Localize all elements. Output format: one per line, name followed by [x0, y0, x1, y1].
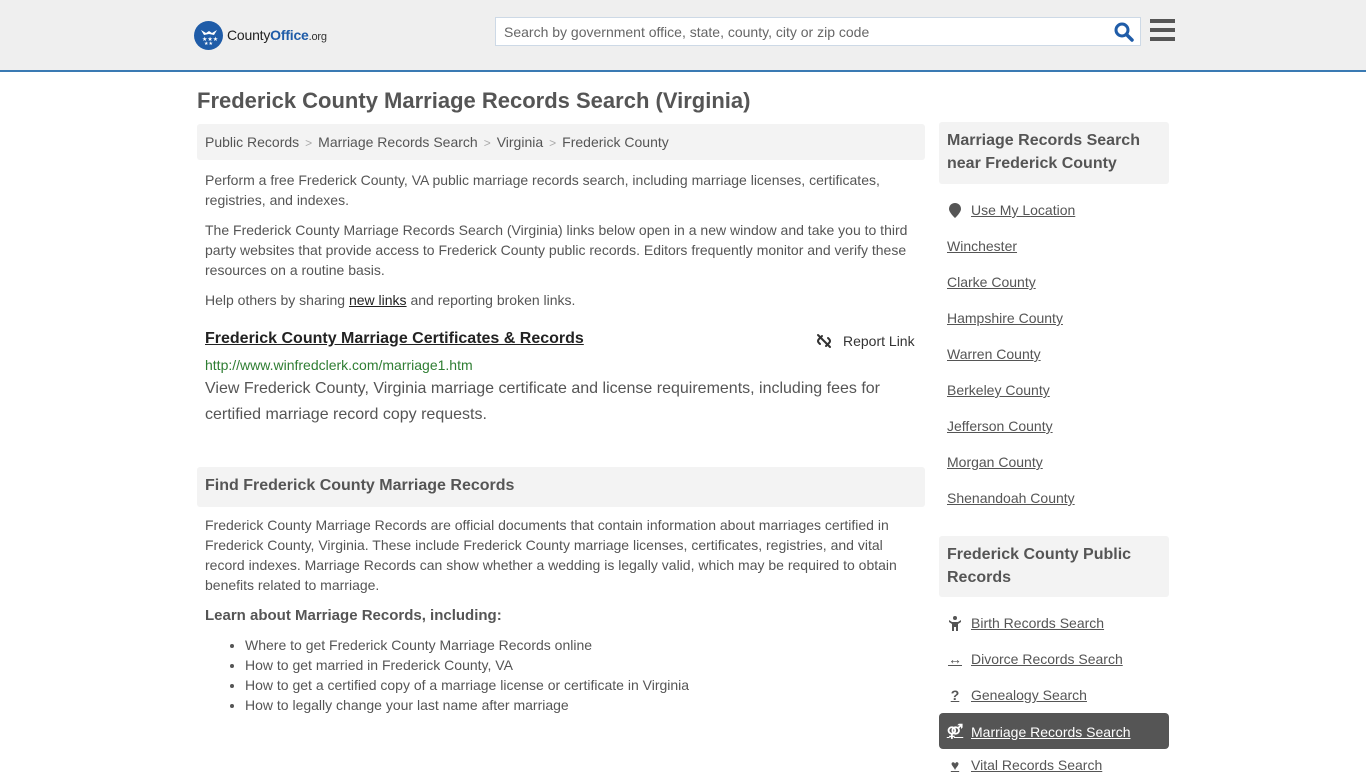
- nearby-link-berkeley-county[interactable]: Berkeley County: [947, 382, 1050, 398]
- menu-bar: [1150, 28, 1175, 32]
- heartbeat-icon: ♥: [950, 757, 960, 773]
- learn-item: How to legally change your last name aft…: [245, 695, 689, 715]
- nearby-link-morgan-county[interactable]: Morgan County: [947, 454, 1043, 470]
- vital-records-link[interactable]: ♥ Vital Records Search: [947, 757, 1102, 773]
- page-title: Frederick County Marriage Records Search…: [197, 88, 751, 113]
- birth-records-link[interactable]: Birth Records Search: [947, 615, 1104, 631]
- logo-tld: .org: [308, 31, 327, 43]
- logo-prefix: County: [227, 27, 271, 43]
- site-search: [495, 17, 1141, 46]
- genealogy-search-label: Genealogy Search: [971, 687, 1087, 703]
- map-marker-icon: [947, 202, 963, 218]
- broken-link-icon: [817, 334, 831, 348]
- intro-paragraph-3: Help others by sharing new links and rep…: [205, 290, 917, 310]
- help-text-end: and reporting broken links.: [406, 292, 576, 308]
- logo-brand: Office: [270, 27, 309, 43]
- svg-text:★★: ★★: [204, 41, 213, 46]
- venus-mars-icon: ⚤: [946, 723, 964, 739]
- nearby-link-hampshire-county[interactable]: Hampshire County: [947, 310, 1063, 326]
- breadcrumb-separator: >: [305, 136, 313, 150]
- menu-bar: [1150, 19, 1175, 23]
- report-link-button[interactable]: Report Link: [815, 332, 915, 350]
- child-icon: [947, 615, 963, 631]
- find-records-body: Frederick County Marriage Records are of…: [205, 517, 897, 593]
- breadcrumb-marriage-records-search[interactable]: Marriage Records Search: [318, 134, 478, 150]
- learn-heading: Learn about Marriage Records, including:: [205, 607, 502, 624]
- learn-item: How to get a certified copy of a marriag…: [245, 675, 689, 695]
- site-header: ★★★ ★★ CountyOffice.org: [0, 0, 1366, 72]
- learn-list: Where to get Frederick County Marriage R…: [245, 635, 689, 715]
- birth-records-label: Birth Records Search: [971, 615, 1105, 631]
- logo-text: CountyOffice.org: [227, 27, 327, 43]
- result-url: http://www.winfredclerk.com/marriage1.ht…: [205, 357, 473, 373]
- menu-bar: [1150, 37, 1175, 41]
- result-description: View Frederick County, Virginia marriage…: [205, 380, 880, 423]
- learn-item: Where to get Frederick County Marriage R…: [245, 635, 689, 655]
- question-icon: ?: [950, 687, 960, 703]
- genealogy-search-link[interactable]: ? Genealogy Search: [947, 687, 1087, 703]
- find-records-heading: Find Frederick County Marriage Records: [197, 467, 925, 507]
- divorce-records-label: Divorce Records Search: [971, 651, 1123, 667]
- search-icon[interactable]: [1114, 22, 1134, 42]
- new-links-link[interactable]: new links: [349, 292, 407, 308]
- help-text: Help others by sharing: [205, 292, 349, 308]
- vital-records-label: Vital Records Search: [971, 757, 1103, 773]
- nearby-link-shenandoah-county[interactable]: Shenandoah County: [947, 490, 1075, 506]
- breadcrumb-separator: >: [483, 136, 491, 150]
- marriage-records-link[interactable]: ⚤ Marriage Records Search: [947, 723, 1131, 740]
- arrows-horizontal-icon: ↔: [948, 651, 962, 667]
- divorce-records-link[interactable]: ↔ Divorce Records Search: [947, 651, 1123, 667]
- search-input[interactable]: [496, 18, 1106, 45]
- public-records-heading: Frederick County Public Records: [939, 536, 1169, 597]
- nearby-link-clarke-county[interactable]: Clarke County: [947, 274, 1036, 290]
- site-logo[interactable]: ★★★ ★★ CountyOffice.org: [194, 20, 327, 50]
- nearby-link-warren-county[interactable]: Warren County: [947, 346, 1041, 362]
- breadcrumb-virginia[interactable]: Virginia: [497, 134, 543, 150]
- breadcrumb-frederick-county[interactable]: Frederick County: [562, 134, 669, 150]
- breadcrumb: Public Records > Marriage Records Search > V…: [197, 124, 925, 160]
- breadcrumb-separator: >: [549, 136, 557, 150]
- report-link-label: Report Link: [843, 333, 915, 349]
- nearby-link-winchester[interactable]: Winchester: [947, 238, 1017, 254]
- result-title-link[interactable]: Frederick County Marriage Certificates &…: [205, 330, 584, 348]
- nearby-link-jefferson-county[interactable]: Jefferson County: [947, 418, 1053, 434]
- intro-paragraph-2: The Frederick County Marriage Records Se…: [205, 222, 908, 278]
- intro-paragraph-1: Perform a free Frederick County, VA publ…: [205, 172, 880, 208]
- eagle-logo-icon: ★★★ ★★: [194, 20, 223, 50]
- learn-item: How to get married in Frederick County, …: [245, 655, 689, 675]
- hamburger-menu-icon[interactable]: [1150, 19, 1175, 42]
- breadcrumb-public-records[interactable]: Public Records: [205, 134, 299, 150]
- use-my-location-label: Use My Location: [971, 202, 1076, 218]
- nearby-heading: Marriage Records Search near Frederick C…: [939, 122, 1169, 184]
- use-my-location-link[interactable]: Use My Location: [947, 202, 1075, 218]
- marriage-records-label: Marriage Records Search: [971, 723, 1131, 740]
